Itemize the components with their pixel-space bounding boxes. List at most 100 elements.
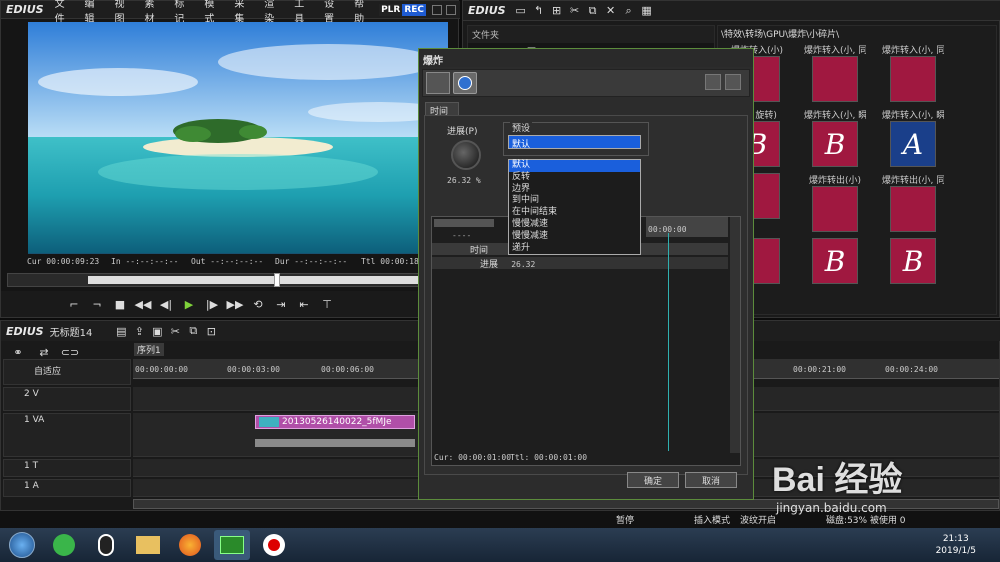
rewind-icon[interactable]: ◀◀: [134, 295, 152, 313]
menu-settings[interactable]: 设置: [319, 0, 349, 25]
ruler-tick-24: 00:00:24:00: [885, 365, 938, 374]
fit-control[interactable]: 自适应: [3, 359, 131, 385]
graph-playhead[interactable]: [668, 233, 669, 451]
new-clip-icon[interactable]: ⊞: [548, 2, 566, 20]
open-project-icon[interactable]: ⇪: [130, 322, 148, 340]
copy-icon[interactable]: ⧉: [584, 2, 602, 20]
set-out-icon[interactable]: ¬: [88, 295, 106, 313]
graph-scrollbar[interactable]: [730, 217, 740, 453]
stop-icon[interactable]: ■: [111, 295, 129, 313]
record-icon[interactable]: [256, 530, 292, 560]
preset-option[interactable]: 在中间结束: [509, 207, 640, 219]
360-browser-icon[interactable]: [46, 530, 82, 560]
explorer-icon[interactable]: [130, 530, 166, 560]
preset-select[interactable]: 默认: [508, 135, 641, 150]
scrub-handle[interactable]: [274, 273, 280, 287]
tl-paste-icon[interactable]: ⊡: [202, 322, 220, 340]
fast-forward-icon[interactable]: ▶▶: [226, 295, 244, 313]
preset-option[interactable]: 慢慢减速: [509, 231, 640, 243]
clip-item[interactable]: B: [882, 238, 944, 284]
preset-option[interactable]: 慢慢减速: [509, 219, 640, 231]
sequence-tab[interactable]: 序列1: [134, 343, 164, 356]
graph-zoom-slider[interactable]: [434, 219, 494, 227]
track-1t[interactable]: 1 T: [3, 459, 131, 477]
step-back-icon[interactable]: ◀|: [157, 295, 175, 313]
clip-item[interactable]: 爆炸转出(小): [804, 173, 866, 232]
up-folder-icon[interactable]: ↰: [530, 2, 548, 20]
insert-icon[interactable]: ⇥: [272, 295, 290, 313]
overwrite-icon[interactable]: ⇤: [295, 295, 313, 313]
cancel-button[interactable]: 取消: [685, 472, 737, 488]
preset-option[interactable]: 到中间: [509, 195, 640, 207]
clip-item[interactable]: 爆炸转出(小, 同时: [882, 173, 944, 232]
dialog-toolbar: [422, 69, 750, 97]
plr-button[interactable]: PLR: [379, 3, 403, 16]
graph-dash: ----: [452, 231, 472, 240]
timeline-app-logo: EDIUS: [6, 324, 44, 338]
menu-render[interactable]: 渲染: [259, 0, 289, 25]
clip-item[interactable]: B: [804, 238, 866, 284]
folder-icon[interactable]: ▭: [512, 2, 530, 20]
redo-icon[interactable]: [725, 74, 741, 90]
trim-icon[interactable]: ⊤: [318, 295, 336, 313]
fit-label: 自适应: [34, 367, 62, 377]
ruler-tick-6: 00:00:06:00: [321, 365, 374, 374]
track-1va[interactable]: 1 VA: [3, 413, 131, 457]
save-project-icon[interactable]: ▣: [148, 322, 166, 340]
clip-thumbnail: [812, 186, 858, 232]
start-icon[interactable]: [4, 530, 40, 560]
preset-option[interactable]: 边界: [509, 184, 640, 196]
loop-icon[interactable]: ⟲: [249, 295, 267, 313]
clip-thumbnail: [890, 186, 936, 232]
watermark-url: jingyan.baidu.com: [776, 501, 887, 515]
view-icon[interactable]: ▦: [638, 2, 656, 20]
clip-item[interactable]: 爆炸转入(小, 同时): [804, 43, 866, 102]
track-2v[interactable]: 2 V: [3, 387, 131, 411]
minimize-icon[interactable]: [432, 4, 443, 15]
qq-icon[interactable]: [88, 530, 124, 560]
dialog-title: 爆炸: [419, 49, 753, 67]
search-icon[interactable]: ⌕: [620, 2, 638, 20]
set-in-icon[interactable]: ⌐: [65, 295, 83, 313]
audio-clip[interactable]: [255, 439, 415, 447]
brush-icon[interactable]: [426, 72, 450, 94]
maximize-icon[interactable]: [446, 4, 456, 15]
tl-cut-icon[interactable]: ✂: [166, 322, 184, 340]
row-progress[interactable]: 进展 26.32: [432, 257, 728, 270]
preset-dropdown[interactable]: 默认 反转 边界 到中间 在中间结束 慢慢减速 慢慢减速 递升: [508, 159, 641, 255]
clock-tool-icon[interactable]: [453, 72, 477, 94]
play-icon[interactable]: ▶: [180, 295, 198, 313]
preset-option[interactable]: 递升: [509, 243, 640, 255]
clock[interactable]: 21:13 2019/1/5: [936, 533, 976, 557]
menu-tools[interactable]: 工具: [289, 0, 319, 25]
edius-taskbar-icon[interactable]: [214, 530, 250, 560]
menu-mode[interactable]: 模式: [199, 0, 229, 25]
menu-view[interactable]: 视图: [110, 0, 140, 25]
menu-file[interactable]: 文件: [50, 0, 80, 25]
track-1a[interactable]: 1 A: [3, 479, 131, 497]
menu-clip[interactable]: 素材: [139, 0, 169, 25]
progress-knob[interactable]: [451, 140, 481, 170]
tab-time[interactable]: 时间: [425, 102, 459, 117]
ok-button[interactable]: 确定: [627, 472, 679, 488]
player-scrub-bar[interactable]: [7, 273, 453, 287]
new-sequence-icon[interactable]: ▤: [112, 322, 130, 340]
menu-help[interactable]: 帮助: [349, 0, 379, 25]
clip-item[interactable]: 爆炸转入(小, 瞬间) B: [804, 108, 866, 167]
rec-button[interactable]: REC: [402, 3, 427, 16]
tl-copy-icon[interactable]: ⧉: [184, 322, 202, 340]
clip-item[interactable]: 爆炸转入(小, 瞬 A: [882, 108, 944, 167]
menu-marker[interactable]: 标记: [169, 0, 199, 25]
clip-item[interactable]: 爆炸转入(小, 同: [882, 43, 944, 102]
cut-icon[interactable]: ✂: [566, 2, 584, 20]
status-pause: 暂停: [616, 516, 635, 526]
menu-capture[interactable]: 采集: [229, 0, 259, 25]
delete-icon[interactable]: ✕: [602, 2, 620, 20]
undo-icon[interactable]: [705, 74, 721, 90]
firefox-icon[interactable]: [172, 530, 208, 560]
preset-option[interactable]: 反转: [509, 172, 640, 184]
video-clip[interactable]: 20130526140022_5fMJe: [255, 415, 415, 429]
preset-option[interactable]: 默认: [509, 160, 640, 172]
step-forward-icon[interactable]: |▶: [203, 295, 221, 313]
menu-edit[interactable]: 编辑: [80, 0, 110, 25]
